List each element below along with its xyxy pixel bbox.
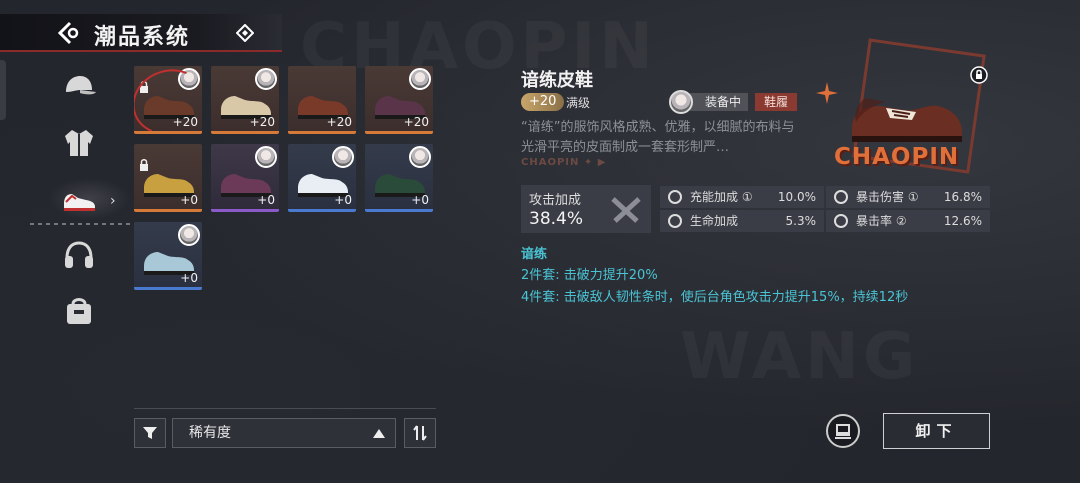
page-title: 潮品系统 bbox=[94, 25, 191, 50]
energy-icon bbox=[668, 190, 682, 204]
equipped-character-avatar bbox=[669, 90, 693, 114]
sub-stat-value: 16.8% bbox=[943, 190, 982, 204]
back-arrow-icon[interactable] bbox=[56, 20, 84, 46]
inventory-slot[interactable]: +0 bbox=[365, 144, 433, 212]
inventory-slot[interactable]: +20 bbox=[134, 66, 202, 134]
heart-icon bbox=[668, 214, 682, 228]
bag-icon bbox=[67, 298, 91, 324]
jacket-icon bbox=[65, 130, 93, 156]
item-level: +0 bbox=[257, 193, 275, 207]
inventory-slot[interactable]: +0 bbox=[134, 222, 202, 290]
header-bar: 潮品系统 bbox=[0, 14, 282, 52]
sidebar: › bbox=[0, 60, 130, 360]
lock-icon bbox=[140, 159, 148, 171]
item-artwork: CHAOPIN bbox=[812, 38, 992, 179]
character-avatar bbox=[178, 224, 200, 246]
sub-stat-value: 5.3% bbox=[785, 214, 817, 228]
crit-rate-icon bbox=[834, 214, 848, 228]
equipped-badge: 装备中 bbox=[690, 93, 748, 111]
sneaker-icon bbox=[64, 194, 95, 211]
sort-order-icon bbox=[413, 425, 427, 441]
inventory-slot[interactable]: +20 bbox=[211, 66, 279, 134]
crit-damage-icon bbox=[834, 190, 848, 204]
diamond-icon[interactable] bbox=[236, 24, 254, 42]
sub-stat-name: 暴击率 ② bbox=[856, 214, 907, 228]
equipped-label: 装备中 bbox=[704, 95, 741, 109]
item-level: +20 bbox=[249, 115, 275, 129]
main-stat-box: 攻击加成 38.4% bbox=[521, 185, 651, 233]
sidebar-item-jacket[interactable] bbox=[60, 124, 98, 162]
headphones-icon bbox=[65, 241, 93, 268]
item-level: +20 bbox=[172, 115, 198, 129]
crossed-swords-icon bbox=[611, 197, 641, 223]
active-underline bbox=[30, 223, 130, 225]
set-bonus-4: 4件套: 击破敌人韧性条时，使后台角色攻击力提升15%，持续12秒 bbox=[521, 290, 909, 305]
sub-stat-crit-rate: 暴击率 ② 12.6% bbox=[826, 210, 990, 232]
triangle-up-icon bbox=[373, 429, 385, 438]
chevron-right-icon: › bbox=[110, 193, 116, 209]
item-description: “谙练”的服饰风格成熟、优雅，以细腻的布料与光滑平亮的皮面制成一套套形制严… bbox=[521, 120, 795, 155]
character-avatar bbox=[332, 146, 354, 168]
sub-stat-crit-damage: 暴击伤害 ① 16.8% bbox=[826, 186, 990, 208]
set-name: 谙练 bbox=[521, 247, 548, 262]
item-level: +20 bbox=[403, 115, 429, 129]
level-badge: +20 bbox=[521, 93, 565, 111]
grid-divider bbox=[134, 408, 436, 409]
character-avatar bbox=[409, 146, 431, 168]
unequip-button[interactable]: 卸下 bbox=[883, 413, 990, 449]
lock-icon[interactable] bbox=[970, 66, 988, 84]
sidebar-item-headphones[interactable] bbox=[60, 236, 98, 274]
brand-logo-text: CHAOPIN bbox=[834, 144, 960, 170]
item-level: +0 bbox=[180, 193, 198, 207]
sub-stat-hp: 生命加成 5.3% bbox=[660, 210, 824, 232]
sort-order-button[interactable] bbox=[404, 418, 436, 448]
sidebar-item-cap[interactable] bbox=[60, 68, 98, 106]
inventory-slot[interactable]: +0 bbox=[134, 144, 202, 212]
inventory-slot[interactable]: +20 bbox=[288, 66, 356, 134]
sparkle-icon bbox=[816, 82, 838, 104]
item-name: 谙练皮鞋 bbox=[521, 70, 593, 91]
character-avatar bbox=[255, 68, 277, 90]
main-stat-label: 攻击加成 bbox=[529, 193, 582, 208]
item-level: +0 bbox=[411, 193, 429, 207]
sub-stat-name: 充能加成 ① bbox=[690, 190, 753, 204]
inventory-slot[interactable]: +0 bbox=[211, 144, 279, 212]
character-avatar bbox=[409, 68, 431, 90]
sort-dropdown-label: 稀有度 bbox=[189, 425, 231, 441]
sub-stat-name: 暴击伤害 ① bbox=[856, 190, 919, 204]
device-icon bbox=[835, 424, 851, 439]
cap-icon bbox=[66, 76, 96, 95]
set-bonus-2: 2件套: 击破力提升20% bbox=[521, 268, 658, 283]
item-level: +0 bbox=[334, 193, 352, 207]
item-type-badge: 鞋履 bbox=[755, 93, 797, 111]
sub-stat-value: 10.0% bbox=[777, 190, 816, 204]
character-avatar bbox=[255, 146, 277, 168]
sidebar-item-shoes[interactable] bbox=[60, 180, 98, 218]
sub-stat-energy: 充能加成 ① 10.0% bbox=[660, 186, 824, 208]
sub-stat-value: 12.6% bbox=[943, 214, 982, 228]
main-stat-value: 38.4% bbox=[529, 209, 584, 229]
sub-stat-name: 生命加成 bbox=[690, 214, 739, 228]
filter-icon bbox=[143, 427, 157, 439]
item-level: +0 bbox=[180, 271, 198, 285]
filter-button[interactable] bbox=[134, 418, 166, 448]
level-max-label: 满级 bbox=[566, 96, 591, 110]
background-watermark-2: WANG bbox=[680, 320, 919, 394]
sidebar-item-bag[interactable] bbox=[60, 292, 98, 330]
inventory-slot[interactable]: +0 bbox=[288, 144, 356, 212]
item-level: +20 bbox=[326, 115, 352, 129]
inventory-slot[interactable]: +20 bbox=[365, 66, 433, 134]
brand-strip: CHAOPIN ✦ ▶ bbox=[521, 157, 607, 168]
compare-button[interactable] bbox=[826, 414, 860, 448]
sort-dropdown[interactable]: 稀有度 bbox=[172, 418, 396, 448]
